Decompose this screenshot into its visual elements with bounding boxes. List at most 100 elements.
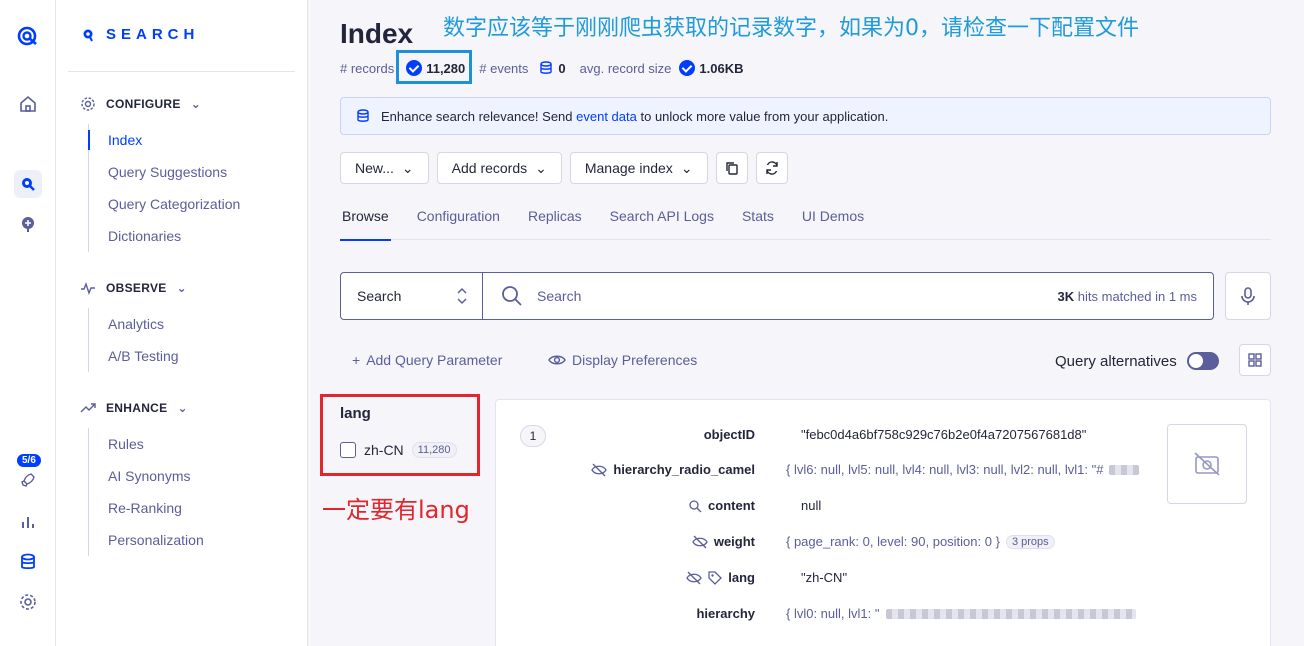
section-label: OBSERVE	[106, 281, 167, 295]
image-placeholder	[1167, 424, 1247, 504]
manage-index-button[interactable]: Manage index ⌄	[569, 152, 708, 184]
field-value: "febc0d4a6bf758c929c76b2e0f4a7207567681d…	[801, 427, 1087, 442]
query-alternatives: Query alternatives	[1055, 352, 1219, 370]
sidebar-item-ai-synonyms[interactable]: AI Synonyms	[89, 460, 204, 492]
page-title: Index	[340, 18, 414, 49]
sidebar-item-dictionaries[interactable]: Dictionaries	[89, 220, 240, 252]
tab-ui-demos[interactable]: UI Demos	[800, 204, 866, 240]
hits-summary: 3K hits matched in 1 ms	[1058, 289, 1213, 304]
banner-text-suffix: to unlock more value from your applicati…	[640, 108, 889, 124]
eye-icon	[548, 355, 566, 365]
field-key: lang	[686, 570, 755, 585]
record-field-hierarchy-radio-camel: hierarchy_radio_camel { lvl6: null, lvl5…	[496, 462, 1166, 482]
search-product-icon[interactable]	[14, 170, 42, 198]
records-highlight-box	[396, 50, 472, 84]
settings-gear-icon[interactable]	[14, 588, 42, 616]
tab-search-api-logs[interactable]: Search API Logs	[608, 204, 716, 240]
record-card: 1 objectID "febc0d4a6bf758c929c76b2e0f4a…	[495, 399, 1271, 646]
search-logo-icon	[83, 29, 93, 41]
grid-view-button[interactable]	[1239, 344, 1271, 376]
new-label: New...	[355, 160, 394, 176]
chevron-down-icon: ⌄	[176, 281, 187, 295]
search-bar: Search Search 3K hits matched in 1 ms	[340, 272, 1214, 320]
facet-checkbox[interactable]	[340, 442, 356, 458]
voice-search-button[interactable]	[1225, 272, 1271, 320]
sidebar-item-query-suggestions[interactable]: Query Suggestions	[89, 156, 240, 188]
grid-icon	[1248, 353, 1262, 367]
eye-off-icon	[591, 463, 608, 476]
add-param-label: Add Query Parameter	[366, 352, 503, 368]
chevron-down-icon: ⌄	[680, 159, 693, 176]
tab-stats[interactable]: Stats	[740, 204, 776, 240]
database-icon[interactable]	[14, 548, 42, 576]
sidebar-item-rules[interactable]: Rules	[89, 428, 204, 460]
database-icon	[540, 61, 553, 74]
copy-button[interactable]	[715, 152, 748, 184]
field-value: { page_rank: 0, level: 90, position: 0 }…	[786, 534, 1158, 549]
sidebar-item-query-categorization[interactable]: Query Categorization	[89, 188, 240, 220]
observe-menu: Analytics A/B Testing	[88, 308, 179, 372]
event-data-link[interactable]: event data	[576, 109, 637, 124]
manage-index-label: Manage index	[584, 160, 673, 176]
sidebar-item-ab-testing[interactable]: A/B Testing	[89, 340, 179, 372]
facet-item-zh-cn[interactable]: zh-CN 11,280	[340, 442, 457, 458]
sidebar-item-re-ranking[interactable]: Re-Ranking	[89, 492, 204, 524]
display-preferences-button[interactable]: Display Preferences	[548, 352, 697, 368]
section-configure[interactable]: CONFIGURE ⌄	[80, 96, 201, 112]
search-mode-value: Search	[357, 288, 402, 304]
section-observe[interactable]: OBSERVE ⌄	[80, 280, 187, 296]
refresh-button[interactable]	[755, 152, 788, 184]
product-name: SEARCH	[106, 26, 200, 43]
tab-browse[interactable]: Browse	[340, 204, 391, 241]
hits-count: 3K	[1057, 288, 1075, 304]
field-value: null	[801, 498, 822, 513]
icon-rail: 5/6	[0, 0, 56, 646]
plus-icon: +	[352, 352, 361, 368]
query-alternatives-toggle[interactable]	[1186, 352, 1219, 370]
tab-configuration[interactable]: Configuration	[415, 204, 502, 240]
algolia-logo-icon[interactable]	[14, 22, 42, 50]
sidebar: SEARCH CONFIGURE ⌄ Index Query Suggestio…	[56, 0, 308, 646]
query-alternatives-label: Query alternatives	[1055, 352, 1177, 370]
sidebar-item-index[interactable]: Index	[87, 124, 240, 156]
new-button[interactable]: New... ⌄	[340, 152, 429, 184]
check-circle-icon	[679, 60, 696, 76]
events-value: 0	[558, 60, 566, 76]
updown-chevron-icon	[457, 287, 467, 305]
home-icon[interactable]	[14, 90, 42, 118]
field-key: hierarchy_radio_camel	[591, 462, 755, 477]
search-input[interactable]: Search	[483, 285, 1058, 307]
field-value: "zh-CN"	[801, 570, 848, 585]
record-field-hierarchy: hierarchy { lvl0: null, lvl1: "	[496, 606, 1166, 626]
field-value: { lvl0: null, lvl1: "	[786, 606, 1158, 621]
hits-text: hits matched in 1 ms	[1077, 288, 1197, 304]
recommend-icon[interactable]	[14, 210, 42, 238]
facet-item-count: 11,280	[411, 442, 457, 458]
tab-replicas[interactable]: Replicas	[526, 204, 584, 240]
record-field-content: content null	[496, 498, 1166, 518]
record-field-objectid: objectID "febc0d4a6bf758c929c76b2e0f4a72…	[496, 427, 1166, 447]
search-mode-select[interactable]: Search	[341, 273, 483, 319]
gear-icon	[81, 97, 95, 111]
product-logo: SEARCH	[82, 26, 199, 43]
records-label: # records	[340, 60, 395, 76]
field-value: { lvl6: null, lvl5: null, lvl4: null, lv…	[786, 462, 1158, 477]
add-records-button[interactable]: Add records ⌄	[436, 152, 562, 184]
sidebar-item-personalization[interactable]: Personalization	[89, 524, 204, 556]
index-toolbar: New... ⌄ Add records ⌄ Manage index ⌄	[340, 152, 788, 184]
field-key: objectID	[703, 427, 755, 442]
analytics-icon[interactable]	[14, 508, 42, 536]
banner-text: Enhance search relevance! Send	[381, 108, 573, 124]
pulse-icon	[81, 281, 95, 296]
microphone-icon	[1241, 287, 1255, 305]
rocket-icon[interactable]	[14, 466, 42, 494]
section-enhance[interactable]: ENHANCE ⌄	[80, 400, 188, 416]
size-value: 1.06KB	[699, 60, 744, 76]
chevron-down-icon: ⌄	[401, 159, 414, 176]
sidebar-item-analytics[interactable]: Analytics	[89, 308, 179, 340]
divider	[68, 71, 295, 72]
trend-up-icon	[80, 403, 96, 413]
record-field-weight: weight { page_rank: 0, level: 90, positi…	[496, 534, 1166, 554]
add-query-parameter-button[interactable]: + Add Query Parameter	[352, 352, 502, 368]
record-field-lang: lang "zh-CN"	[496, 570, 1166, 590]
